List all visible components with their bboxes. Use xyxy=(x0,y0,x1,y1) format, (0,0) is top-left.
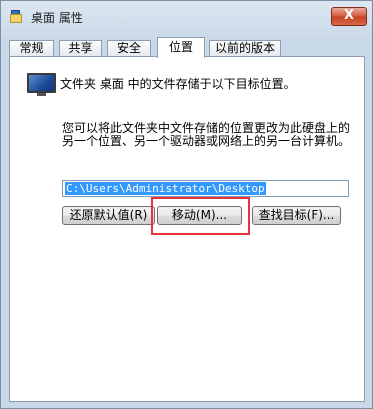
location-description: 您可以将此文件夹中文件存储的位置更改为此硬盘上的另一个位置、另一个驱动器或网络上… xyxy=(62,121,351,148)
close-button[interactable]: X xyxy=(331,7,367,26)
tab-strip: 常规 共享 安全 位置 以前的版本 xyxy=(9,37,365,58)
desktop-monitor-icon xyxy=(26,73,57,97)
tab-previous-versions[interactable]: 以前的版本 xyxy=(209,40,281,57)
properties-window: 桌面 属性 X 常规 共享 安全 位置 以前的版本 文件夹 桌面 中的文件存储于… xyxy=(0,0,373,409)
find-target-button[interactable]: 查找目标(F)... xyxy=(252,206,341,225)
tab-sharing[interactable]: 共享 xyxy=(59,40,102,57)
tab-security[interactable]: 安全 xyxy=(107,40,151,57)
path-value: C:\Users\Administrator\Desktop xyxy=(65,182,266,195)
window-title: 桌面 属性 xyxy=(31,11,83,25)
restore-default-button[interactable]: 还原默认值(R) xyxy=(62,206,155,225)
title-bar: 桌面 属性 X xyxy=(1,1,372,33)
location-info-text: 文件夹 桌面 中的文件存储于以下目标位置。 xyxy=(60,77,296,91)
tab-general[interactable]: 常规 xyxy=(9,40,54,57)
folder-icon xyxy=(9,10,23,24)
tab-location[interactable]: 位置 xyxy=(157,37,205,58)
path-input[interactable]: C:\Users\Administrator\Desktop xyxy=(62,180,349,197)
highlight-annotation xyxy=(151,197,250,235)
